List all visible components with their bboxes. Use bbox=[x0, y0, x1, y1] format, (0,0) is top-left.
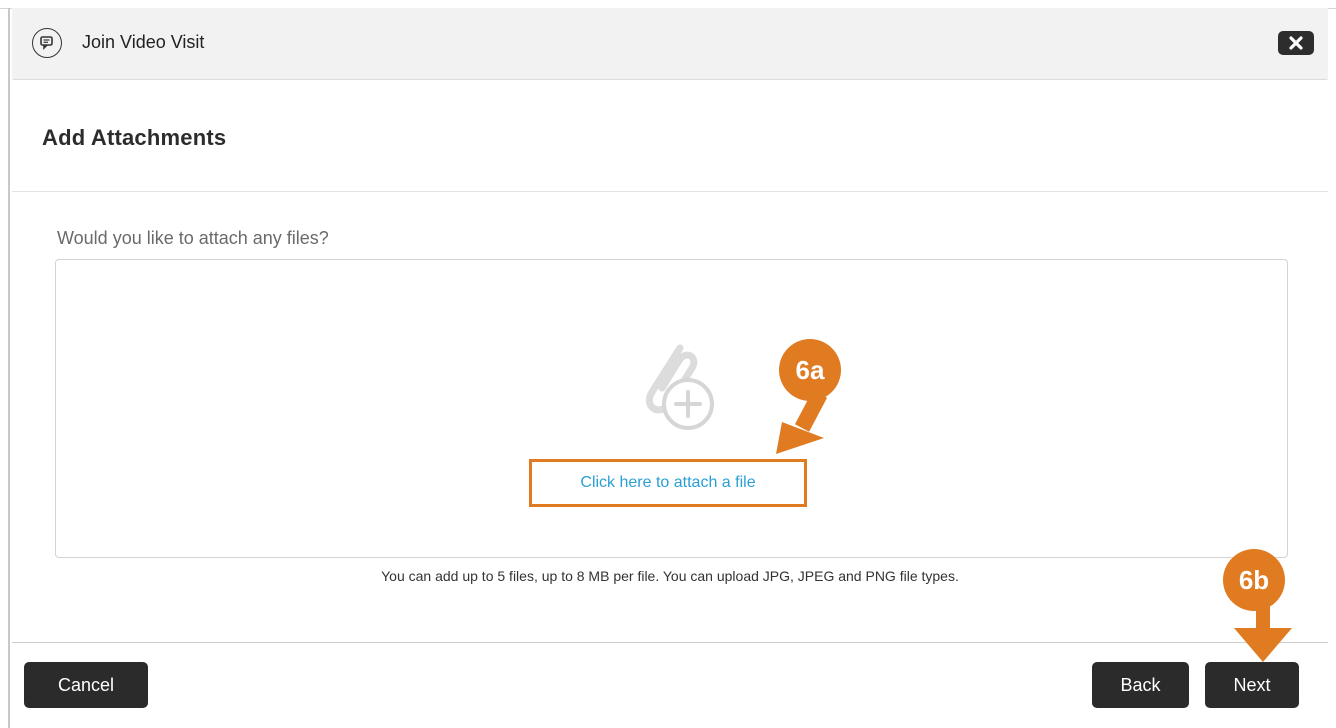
attach-file-link[interactable]: Click here to attach a file bbox=[529, 459, 807, 507]
attach-question: Would you like to attach any files? bbox=[57, 228, 329, 248]
paperclip-plus-icon bbox=[645, 344, 714, 430]
attachment-limits-hint: You can add up to 5 files, up to 8 MB pe… bbox=[381, 568, 959, 584]
dialog-header: Join Video Visit bbox=[12, 8, 1328, 80]
chat-bubbles-icon bbox=[32, 28, 62, 58]
callout-6b-arrow bbox=[1234, 600, 1292, 662]
page-left-edge bbox=[8, 8, 10, 728]
attachment-dropzone[interactable]: Click here to attach a file bbox=[55, 259, 1288, 558]
join-video-visit-dialog: Join Video Visit Add Attachments Would y… bbox=[12, 8, 1328, 728]
section-title: Add Attachments bbox=[42, 125, 227, 150]
close-icon bbox=[1289, 36, 1303, 50]
section-divider bbox=[12, 191, 1328, 192]
close-button[interactable] bbox=[1278, 31, 1314, 55]
cancel-button[interactable]: Cancel bbox=[24, 662, 148, 708]
next-button[interactable]: Next bbox=[1205, 662, 1299, 708]
back-button[interactable]: Back bbox=[1092, 662, 1189, 708]
dialog-title: Join Video Visit bbox=[82, 32, 205, 52]
callout-6a-arrow bbox=[776, 390, 828, 454]
footer-divider bbox=[12, 642, 1328, 643]
